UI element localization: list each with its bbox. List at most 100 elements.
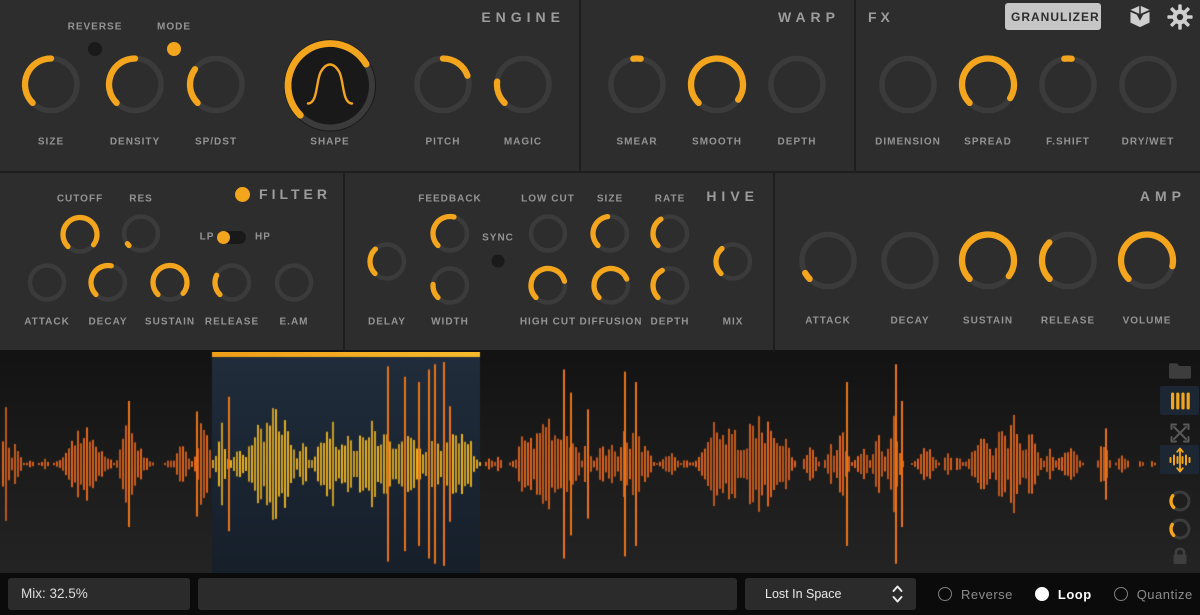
knob-dimension[interactable] <box>876 53 940 122</box>
knob-pitch[interactable] <box>411 53 475 122</box>
radio-quantize[interactable]: Quantize <box>1114 587 1193 602</box>
knob-density[interactable] <box>103 53 167 122</box>
knob-smear[interactable] <box>605 53 669 122</box>
radio-reverse[interactable]: Reverse <box>938 587 1013 602</box>
knob-label-mix: MIX <box>723 317 744 328</box>
footer-bar: Mix: 32.5% Lost In Space Reverse Loop Quan… <box>0 573 1200 615</box>
plugin-window: ENGINE WARP FX FILTER HIVE AMP GRANULIZE… <box>0 0 1200 615</box>
knob-diffusion[interactable] <box>588 263 634 314</box>
knob-label-e-am: E.AM <box>280 317 309 328</box>
lock-icon[interactable] <box>1160 541 1199 570</box>
knob-label-attack: ATTACK <box>805 316 851 327</box>
knob-depth[interactable] <box>765 53 829 122</box>
fx-title: FX <box>868 9 894 25</box>
knob-label-dry-wet: DRY/WET <box>1122 137 1175 148</box>
knob-label-depth: DEPTH <box>778 137 817 148</box>
knob-release[interactable] <box>209 260 255 311</box>
knob-label-cutoff: CUTOFF <box>57 194 103 205</box>
knob-label-high-cut: HIGH CUT <box>520 317 576 328</box>
knob-label-sustain: SUSTAIN <box>145 317 195 328</box>
knob-magic[interactable] <box>491 53 555 122</box>
knob-a-icon[interactable] <box>1160 486 1199 515</box>
preset-chevrons-icon <box>891 584 904 604</box>
reverse-label: REVERSE <box>68 22 123 33</box>
knob-spread[interactable] <box>956 53 1020 122</box>
radio-label-reverse: Reverse <box>961 587 1013 602</box>
knob-e-am[interactable] <box>271 260 317 311</box>
knob-depth[interactable] <box>647 263 693 314</box>
amp-title: AMP <box>1140 188 1186 204</box>
warp-title: WARP <box>778 9 840 25</box>
waveform-display[interactable] <box>0 352 1200 573</box>
knob-label-size: SIZE <box>597 194 623 205</box>
knob-label-spread: SPREAD <box>964 137 1012 148</box>
knob-dry-wet[interactable] <box>1116 53 1180 122</box>
knob-label-dimension: DIMENSION <box>875 137 941 148</box>
knob-sustain[interactable] <box>956 229 1020 298</box>
radio-circle-quantize <box>1114 587 1128 601</box>
knob-size[interactable] <box>587 211 633 262</box>
knob-width[interactable] <box>427 263 473 314</box>
knob-label-shape: SHAPE <box>310 137 349 148</box>
grain-bars-icon[interactable] <box>1160 386 1199 415</box>
knob-label-sp-dst: SP/DST <box>195 137 237 148</box>
knob-attack[interactable] <box>796 229 860 298</box>
knob-f-shift[interactable] <box>1036 53 1100 122</box>
knob-b-icon[interactable] <box>1160 514 1199 543</box>
wave-stretch-icon[interactable] <box>1160 445 1199 474</box>
knob-high-cut[interactable] <box>525 263 571 314</box>
knob-res[interactable] <box>118 211 164 262</box>
knob-label-decay: DECAY <box>890 316 929 327</box>
knob-size[interactable] <box>19 53 83 122</box>
lp-label: LP <box>200 232 215 243</box>
knob-label-width: WIDTH <box>431 317 469 328</box>
engine-title: ENGINE <box>481 9 565 25</box>
knob-sustain[interactable] <box>147 260 193 311</box>
filter-led <box>235 187 250 202</box>
knob-volume[interactable] <box>1115 229 1179 298</box>
mix-readout[interactable]: Mix: 32.5% <box>8 578 190 610</box>
knob-smooth[interactable] <box>685 53 749 122</box>
knob-label-smear: SMEAR <box>616 137 657 148</box>
radio-circle-loop <box>1035 587 1049 601</box>
knob-mix[interactable] <box>710 239 756 290</box>
knob-label-diffusion: DIFFUSION <box>580 317 643 328</box>
knob-sp-dst[interactable] <box>184 53 248 122</box>
knob-label-f-shift: F.SHIFT <box>1046 137 1090 148</box>
knob-label-sustain: SUSTAIN <box>963 316 1013 327</box>
lp-hp-toggle[interactable] <box>217 231 246 244</box>
folder-icon[interactable] <box>1160 356 1199 385</box>
package-icon[interactable] <box>1126 3 1154 36</box>
info-field[interactable] <box>198 578 737 610</box>
knob-label-smooth: SMOOTH <box>692 137 742 148</box>
knob-label-rate: RATE <box>655 194 685 205</box>
preset-name: Lost In Space <box>765 587 841 601</box>
mode-led[interactable] <box>167 42 181 56</box>
preset-selector[interactable]: Lost In Space <box>745 578 916 610</box>
knob-label-pitch: PITCH <box>426 137 461 148</box>
knob-low-cut[interactable] <box>525 211 571 262</box>
toggle-knob <box>217 231 230 244</box>
knob-label-size: SIZE <box>38 137 64 148</box>
radio-loop[interactable]: Loop <box>1035 587 1092 602</box>
granulizer-button[interactable]: GRANULIZER <box>1005 3 1101 30</box>
knob-release[interactable] <box>1036 229 1100 298</box>
knob-decay[interactable] <box>85 260 131 311</box>
sync-led[interactable] <box>492 255 505 268</box>
knob-rate[interactable] <box>647 211 693 262</box>
knob-shape[interactable] <box>282 38 378 139</box>
knob-attack[interactable] <box>24 260 70 311</box>
knob-label-low-cut: LOW CUT <box>521 194 575 205</box>
knob-decay[interactable] <box>878 229 942 298</box>
mode-label: MODE <box>157 22 191 33</box>
expand-arrows-icon[interactable] <box>1160 418 1199 447</box>
knob-label-release: RELEASE <box>1041 316 1095 327</box>
knob-cutoff[interactable] <box>57 212 103 263</box>
knob-feedback[interactable] <box>427 211 473 262</box>
gear-icon[interactable] <box>1166 3 1194 36</box>
hive-title: HIVE <box>706 188 759 204</box>
knob-delay[interactable] <box>364 239 410 290</box>
knob-label-res: RES <box>129 194 153 205</box>
waveform-toolbar <box>1158 352 1200 573</box>
reverse-led[interactable] <box>88 42 102 56</box>
